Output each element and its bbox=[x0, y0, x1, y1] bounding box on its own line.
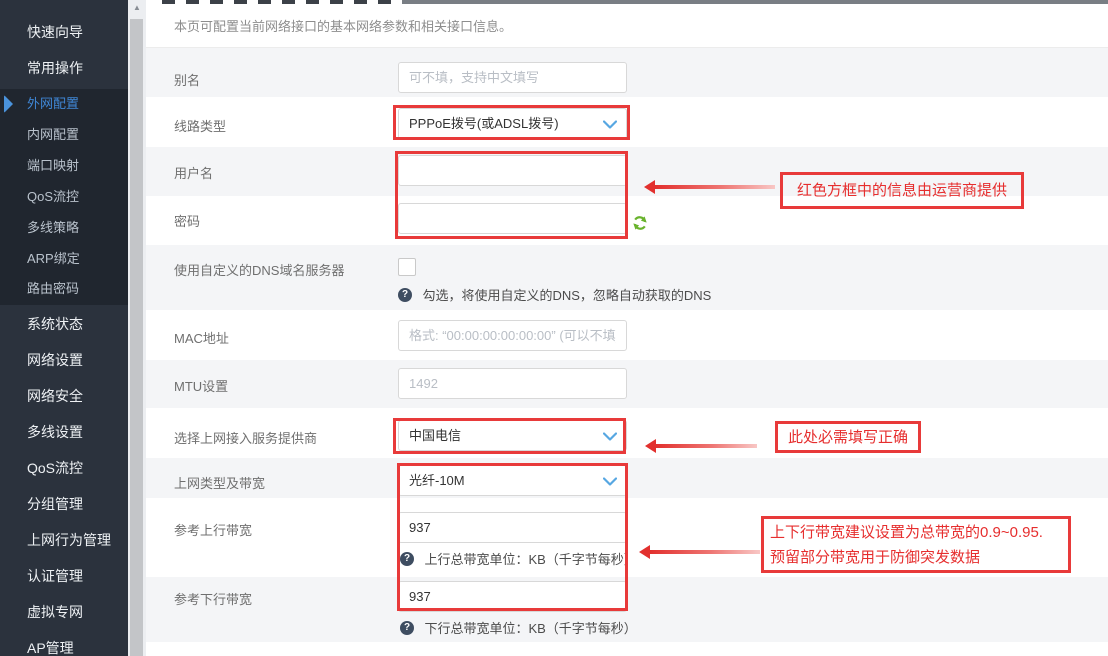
line-type-value: PPPoE拨号(或ADSL拨号) bbox=[409, 116, 559, 131]
row-isp: 选择上网接入服务提供商 中国电信 bbox=[146, 408, 1108, 458]
password-input[interactable] bbox=[398, 203, 627, 234]
sidebar: 快速向导常用操作 外网配置内网配置端口映射QoS流控多线策略ARP绑定路由密码 … bbox=[0, 0, 128, 656]
scroll-up-arrow-icon[interactable]: ▲ bbox=[128, 3, 146, 12]
mtu-label: MTU设置 bbox=[174, 376, 228, 395]
line-type-select[interactable]: PPPoE拨号(或ADSL拨号) bbox=[398, 108, 627, 139]
refresh-arrows-icon[interactable] bbox=[632, 215, 648, 231]
annotation-bandwidth-line2: 预留部分带宽用于防御突发数据 bbox=[770, 545, 1043, 570]
password-label: 密码 bbox=[174, 211, 200, 230]
sidebar-item-vpn[interactable]: 虚拟专网 bbox=[0, 594, 128, 630]
up-bandwidth-label: 参考上行带宽 bbox=[174, 520, 252, 539]
sidebar-item-multiline-settings[interactable]: 多线设置 bbox=[0, 414, 128, 450]
alias-input[interactable] bbox=[398, 62, 627, 93]
sidebar-item-lan-config[interactable]: 内网配置 bbox=[0, 124, 128, 146]
up-bandwidth-help: ? 上行总带宽单位：KB（千字节每秒） bbox=[400, 549, 637, 565]
sidebar-scrollbar[interactable]: ▲ bbox=[128, 0, 146, 656]
down-bandwidth-help-text: 下行总带宽单位：KB（千字节每秒） bbox=[424, 618, 636, 637]
net-type-select[interactable]: 光纤-10M bbox=[398, 465, 627, 496]
annotation-bandwidth-tip-text: 上下行带宽建议设置为总带宽的0.9~0.95. 预留部分带宽用于防御突发数据 bbox=[764, 518, 1049, 572]
clipped-bar bbox=[402, 0, 1108, 4]
username-input[interactable] bbox=[398, 155, 627, 186]
question-circle-icon[interactable]: ? bbox=[398, 288, 412, 302]
sidebar-item-ap-management[interactable]: AP管理 bbox=[0, 630, 128, 656]
chevron-down-icon bbox=[603, 432, 617, 441]
net-type-value: 光纤-10M bbox=[409, 473, 465, 488]
annotation-bandwidth-tip: 上下行带宽建议设置为总带宽的0.9~0.95. 预留部分带宽用于防御突发数据 bbox=[761, 516, 1071, 573]
line-type-label: 线路类型 bbox=[174, 116, 226, 135]
sidebar-item-wan-config[interactable]: 外网配置 bbox=[0, 93, 128, 115]
sidebar-item-common-operations[interactable]: 常用操作 bbox=[0, 50, 128, 86]
annotation-isp-info: 红色方框中的信息由运营商提供 bbox=[780, 172, 1024, 209]
sidebar-item-router-password[interactable]: 路由密码 bbox=[0, 278, 128, 300]
sidebar-item-qos-flow-control-main[interactable]: QoS流控 bbox=[0, 450, 128, 486]
main-content: 本页可配置当前网络接口的基本网络参数和相关接口信息。 别名 线路类型 PPPoE… bbox=[146, 0, 1108, 656]
row-alias: 别名 bbox=[146, 48, 1108, 97]
sidebar-item-group-management[interactable]: 分组管理 bbox=[0, 486, 128, 522]
row-down-bandwidth: 参考下行带宽 ? 下行总带宽单位：KB（千字节每秒） bbox=[146, 577, 1108, 642]
sidebar-top-menu: 快速向导常用操作 bbox=[0, 14, 128, 86]
question-circle-icon[interactable]: ? bbox=[400, 621, 414, 635]
username-label: 用户名 bbox=[174, 163, 213, 182]
sidebar-item-network-settings[interactable]: 网络设置 bbox=[0, 342, 128, 378]
chevron-down-icon bbox=[603, 120, 617, 129]
isp-select[interactable]: 中国电信 bbox=[398, 420, 627, 451]
sidebar-main-menu: 系统状态网络设置网络安全多线设置QoS流控分组管理上网行为管理认证管理虚拟专网A… bbox=[0, 306, 128, 656]
isp-value: 中国电信 bbox=[409, 428, 461, 443]
row-mtu: MTU设置 bbox=[146, 360, 1108, 408]
down-bandwidth-input[interactable] bbox=[398, 581, 627, 612]
up-bandwidth-input[interactable] bbox=[398, 512, 627, 543]
up-bandwidth-help-text: 上行总带宽单位：KB（千字节每秒） bbox=[424, 549, 636, 568]
sidebar-item-port-mapping[interactable]: 端口映射 bbox=[0, 155, 128, 177]
row-line-type: 线路类型 PPPoE拨号(或ADSL拨号) bbox=[146, 97, 1108, 147]
sidebar-item-network-security[interactable]: 网络安全 bbox=[0, 378, 128, 414]
sidebar-item-arp-binding[interactable]: ARP绑定 bbox=[0, 248, 128, 270]
question-circle-icon[interactable]: ? bbox=[400, 552, 414, 566]
sidebar-item-qos-flow-control[interactable]: QoS流控 bbox=[0, 186, 128, 208]
annotation-must-correct-text: 此处必需填写正确 bbox=[782, 423, 914, 452]
red-arrow-isp bbox=[656, 444, 757, 448]
mac-label: MAC地址 bbox=[174, 328, 229, 347]
annotation-bandwidth-line1: 上下行带宽建议设置为总带宽的0.9~0.95. bbox=[770, 520, 1043, 545]
down-bandwidth-help: ? 下行总带宽单位：KB（千字节每秒） bbox=[400, 618, 637, 634]
sidebar-submenu: 外网配置内网配置端口映射 QoS流控多线策略 ARP绑定路由密码 bbox=[0, 89, 128, 305]
sidebar-item-system-status[interactable]: 系统状态 bbox=[0, 306, 128, 342]
custom-dns-help: ? 勾选，将使用自定义的DNS，忽略自动获取的DNS bbox=[398, 285, 711, 301]
red-arrow-bandwidth bbox=[650, 550, 760, 554]
mac-input[interactable] bbox=[398, 320, 627, 351]
page-description: 本页可配置当前网络接口的基本网络参数和相关接口信息。 bbox=[146, 5, 1108, 48]
red-arrow-credentials bbox=[655, 185, 775, 189]
row-net-type: 上网类型及带宽 光纤-10M bbox=[146, 458, 1108, 498]
down-bandwidth-label: 参考下行带宽 bbox=[174, 589, 252, 608]
mtu-input[interactable] bbox=[398, 368, 627, 399]
custom-dns-checkbox[interactable] bbox=[398, 258, 416, 276]
sidebar-item-auth-management[interactable]: 认证管理 bbox=[0, 558, 128, 594]
router-admin-page: 快速向导常用操作 外网配置内网配置端口映射QoS流控多线策略ARP绑定路由密码 … bbox=[0, 0, 1108, 656]
annotation-isp-info-text: 红色方框中的信息由运营商提供 bbox=[791, 176, 1013, 205]
row-mac: MAC地址 bbox=[146, 310, 1108, 360]
sidebar-item-multiline-policy[interactable]: 多线策略 bbox=[0, 217, 128, 239]
custom-dns-help-text: 勾选，将使用自定义的DNS，忽略自动获取的DNS bbox=[422, 285, 711, 304]
sidebar-item-behavior-management[interactable]: 上网行为管理 bbox=[0, 522, 128, 558]
sidebar-item-quick-wizard[interactable]: 快速向导 bbox=[0, 14, 128, 50]
scrollbar-thumb[interactable] bbox=[130, 19, 143, 656]
annotation-must-correct: 此处必需填写正确 bbox=[775, 421, 921, 453]
row-custom-dns: 使用自定义的DNS域名服务器 ? 勾选，将使用自定义的DNS，忽略自动获取的DN… bbox=[146, 245, 1108, 310]
custom-dns-label: 使用自定义的DNS域名服务器 bbox=[174, 260, 344, 279]
clipped-text-fragments bbox=[162, 0, 402, 4]
alias-label: 别名 bbox=[174, 70, 200, 89]
isp-label: 选择上网接入服务提供商 bbox=[174, 428, 317, 447]
chevron-down-icon bbox=[603, 477, 617, 486]
net-type-label: 上网类型及带宽 bbox=[174, 473, 265, 492]
